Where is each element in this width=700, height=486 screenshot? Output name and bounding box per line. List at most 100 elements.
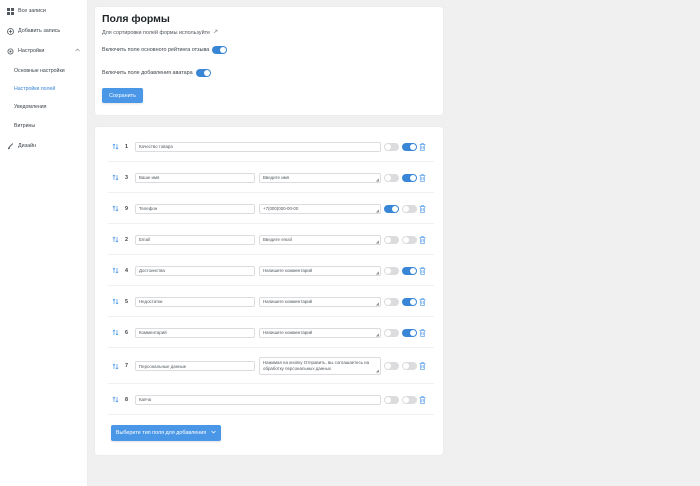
field-number: 8 (125, 396, 128, 403)
field-required-toggle[interactable] (384, 204, 399, 213)
field-required-toggle[interactable] (384, 297, 399, 306)
field-visible-toggle[interactable] (402, 362, 417, 370)
field-name-input[interactable] (135, 141, 381, 152)
drag-handle-icon[interactable] (111, 329, 119, 337)
field-placeholder-input[interactable]: Введите имя ◢ (259, 172, 381, 183)
resize-handle-icon[interactable]: ◢ (376, 332, 379, 337)
drag-handle-icon[interactable] (111, 362, 119, 370)
drag-handle-icon[interactable] (111, 236, 119, 244)
save-button[interactable]: Сохранить (102, 88, 143, 103)
field-number: 7 (125, 363, 128, 369)
sidebar-item-all-records[interactable]: Все записи (0, 3, 88, 19)
trash-icon[interactable] (419, 328, 426, 337)
resize-handle-icon[interactable]: ◢ (376, 177, 379, 182)
field-number: 4 (125, 267, 128, 274)
page-title: Поля формы (102, 13, 170, 25)
resize-handle-icon[interactable]: ◢ (376, 270, 379, 275)
field-name-input[interactable] (135, 327, 255, 338)
form-settings-card: Поля формы Для сортировки полей формы ис… (95, 7, 443, 115)
setting-avatar-label: Включить поле добавления аватара (102, 70, 193, 76)
field-required-toggle[interactable] (384, 362, 399, 370)
field-placeholder-input[interactable]: Напишите комментарий ◢ (259, 327, 381, 338)
resize-handle-icon[interactable]: ◢ (376, 208, 379, 213)
field-placeholder-input[interactable]: Напишите комментарий ◢ (259, 265, 381, 276)
drag-hint-icon (213, 29, 218, 36)
resize-handle-icon[interactable]: ◢ (376, 301, 379, 306)
sidebar-item-add-record[interactable]: Добавить запись (0, 23, 88, 39)
field-required-toggle[interactable] (384, 142, 399, 151)
field-placeholder-text: +7(000)000-00-00 (263, 206, 299, 211)
drag-handle-icon[interactable] (111, 298, 119, 306)
field-required-toggle[interactable] (384, 395, 399, 404)
field-visible-toggle[interactable] (402, 297, 417, 306)
field-visible-toggle[interactable] (402, 173, 417, 182)
field-row: 3 Введите имя ◢ (108, 163, 434, 193)
toggle-knob (220, 47, 227, 53)
drag-handle-icon[interactable] (111, 205, 119, 213)
drag-handle-icon[interactable] (111, 174, 119, 182)
sidebar-subitem-field-settings[interactable]: Настройки полей (14, 83, 55, 95)
trash-icon[interactable] (419, 266, 426, 275)
trash-icon[interactable] (419, 142, 426, 151)
sidebar-subitem-showcases[interactable]: Витрины (14, 120, 35, 132)
sidebar-item-design[interactable]: Дизайн (0, 138, 88, 154)
field-required-toggle[interactable] (384, 266, 399, 275)
field-name-input[interactable] (135, 394, 381, 405)
sidebar-subitem-notifications[interactable]: Уведомления (14, 101, 46, 113)
drag-handle-icon[interactable] (111, 267, 119, 275)
field-name-input[interactable] (135, 172, 255, 183)
resize-handle-icon[interactable]: ◢ (376, 239, 379, 244)
add-field-label: Выберите тип поля для добавления (115, 430, 207, 436)
field-name-input[interactable] (135, 361, 255, 371)
sidebar-item-label: Добавить запись (18, 28, 61, 34)
field-placeholder-input[interactable]: Напишите комментарий ◢ (259, 296, 381, 307)
drag-handle-icon[interactable] (111, 396, 119, 404)
toggle-knob (203, 70, 210, 76)
toggle-knob (403, 236, 409, 243)
field-visible-toggle[interactable] (402, 235, 417, 244)
field-placeholder-text: Введите имя (263, 175, 290, 180)
field-placeholder-input[interactable]: +7(000)000-00-00 ◢ (259, 203, 381, 214)
field-visible-toggle[interactable] (402, 266, 417, 275)
resize-handle-icon[interactable]: ◢ (376, 368, 379, 374)
field-name-input[interactable] (135, 203, 255, 214)
field-required-toggle[interactable] (384, 173, 399, 182)
trash-icon[interactable] (419, 173, 426, 182)
field-number: 6 (125, 329, 128, 336)
rating-toggle[interactable] (212, 46, 228, 54)
trash-icon[interactable] (419, 235, 426, 244)
sidebar-item-label: Все записи (18, 8, 46, 14)
field-visible-toggle[interactable] (402, 142, 417, 151)
sidebar: Все записи Добавить запись Настройки Осн… (0, 0, 88, 486)
field-placeholder-input[interactable]: Нажимая на кнопку Отправить, вы соглашае… (259, 357, 381, 375)
trash-icon[interactable] (419, 395, 426, 404)
sidebar-item-label: Дизайн (18, 143, 37, 149)
toggle-knob (385, 396, 391, 403)
field-required-toggle[interactable] (384, 235, 399, 244)
field-placeholder-text: Напишите комментарий (263, 299, 313, 304)
page-subtitle: Для сортировки полей формы используйте (102, 29, 218, 36)
trash-icon[interactable] (419, 297, 426, 306)
field-row: 6 Напишите комментарий ◢ (108, 318, 434, 348)
field-visible-toggle[interactable] (402, 328, 417, 337)
field-placeholder-input[interactable]: Введите email ◢ (259, 234, 381, 245)
drag-handle-icon[interactable] (111, 143, 119, 151)
toggle-knob (410, 174, 416, 181)
toggle-knob (410, 267, 416, 274)
field-name-input[interactable] (135, 265, 255, 276)
add-field-type-select[interactable]: Выберите тип поля для добавления (111, 425, 221, 441)
field-visible-toggle[interactable] (402, 204, 417, 213)
trash-icon[interactable] (419, 204, 426, 213)
trash-icon[interactable] (419, 362, 426, 370)
toggle-knob (410, 329, 416, 336)
field-visible-toggle[interactable] (402, 395, 417, 404)
toggle-knob (385, 267, 391, 274)
toggle-knob (403, 205, 409, 212)
field-name-input[interactable] (135, 234, 255, 245)
field-name-input[interactable] (135, 296, 255, 307)
field-required-toggle[interactable] (384, 328, 399, 337)
field-row: 8 (108, 385, 434, 415)
avatar-toggle[interactable] (195, 69, 211, 77)
sidebar-subitem-general-settings[interactable]: Основные настройки (14, 65, 65, 77)
sidebar-item-settings[interactable]: Настройки (0, 43, 88, 59)
